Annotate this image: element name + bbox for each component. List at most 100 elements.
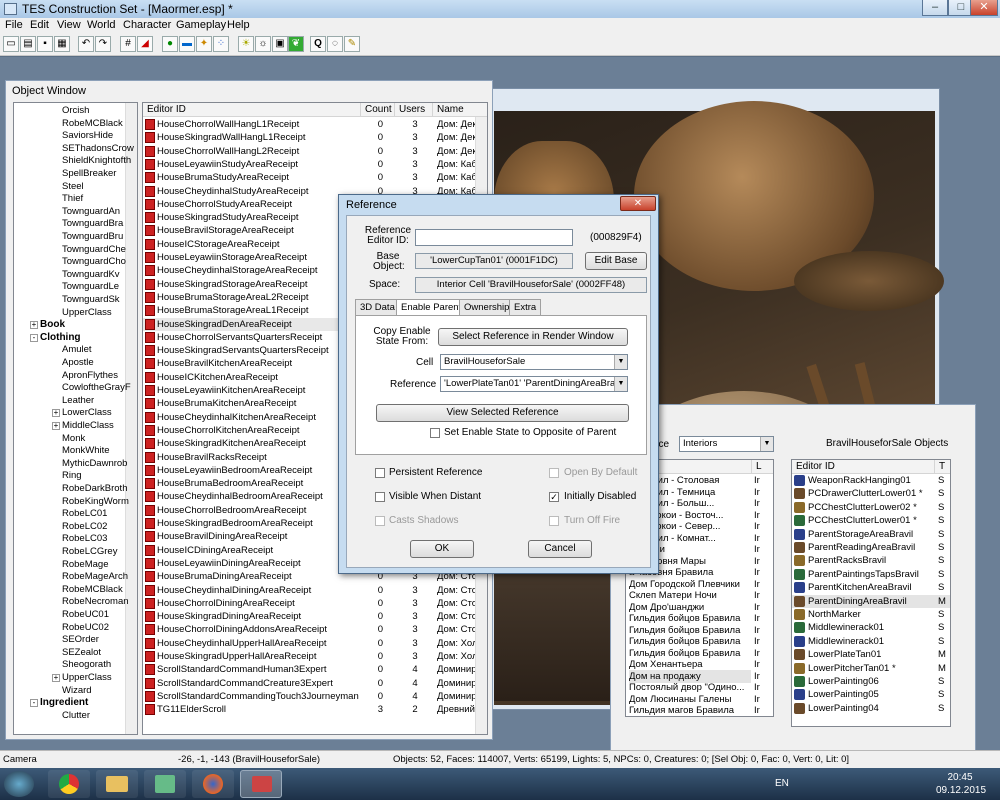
cell-object-row[interactable]: Middlewinerack01 S	[792, 621, 950, 634]
initially-disabled-checkbox[interactable]: ✓	[549, 492, 559, 502]
dialog-close-icon[interactable]: ✕	[620, 196, 656, 211]
table-row[interactable]: HouseChorrolWallHangL1Receipt 0 3 Дом: Дек	[143, 118, 487, 131]
table-row[interactable]: HouseBrumaStudyAreaReceipt 0 3 Дом: Каб	[143, 171, 487, 184]
table-row[interactable]: HouseChorrolWallHangL2Receipt 0 3 Дом: Дек	[143, 145, 487, 158]
edit-base-button[interactable]: Edit Base	[585, 252, 647, 270]
cell-object-row[interactable]: ParentRacksBravil S	[792, 554, 950, 567]
pencil-icon[interactable]: ✎	[344, 36, 360, 52]
tree-item[interactable]: Sheogorath	[62, 659, 137, 670]
tree-item[interactable]: MythicDawnrob	[62, 458, 137, 469]
menu-view[interactable]: View	[57, 19, 81, 31]
tree-item[interactable]: TownguardBru	[62, 231, 137, 242]
cell-object-row[interactable]: PCChestClutterLower02 * S	[792, 501, 950, 514]
table-row[interactable]: HouseSkingradWallHangL1Receipt 0 3 Дом: Дек	[143, 131, 487, 144]
menu-edit[interactable]: Edit	[30, 19, 49, 31]
minimize-button[interactable]: –	[922, 0, 948, 16]
table-row[interactable]: HouseCheydinhalDiningAreaReceipt 0 3 Дом: С…	[143, 584, 487, 597]
menu-help[interactable]: Help	[227, 19, 250, 31]
tree-item[interactable]: Book	[40, 319, 137, 330]
cell-object-row[interactable]: ParentStorageAreaBravil S	[792, 528, 950, 541]
tree-item[interactable]: CowloftheGrayF	[62, 382, 137, 393]
cell-object-row[interactable]: Middlewinerack01 S	[792, 635, 950, 648]
turn-off-fire-checkbox[interactable]	[549, 516, 559, 526]
tree-item[interactable]: Thief	[62, 193, 137, 204]
tree-item[interactable]: ShieldKnightofth	[62, 155, 137, 166]
cell-object-row[interactable]: NorthMarker S	[792, 608, 950, 621]
casts-shadows-checkbox[interactable]	[375, 516, 385, 526]
reference-combo[interactable]: 'LowerPlateTan01' 'ParentDiningAreaBravi…	[440, 376, 628, 392]
tree-item[interactable]: SEOrder	[62, 634, 137, 645]
tree-item[interactable]: MonkWhite	[62, 445, 137, 456]
cell-list-item[interactable]: Гильдия магов Бравила	[629, 704, 751, 716]
cell-object-row[interactable]: LowerPlateTan01 M	[792, 648, 950, 661]
table-row[interactable]: TG11ElderScroll 3 2 Древний	[143, 703, 487, 716]
start-icon[interactable]	[4, 771, 34, 797]
tree-item[interactable]: Ring	[62, 470, 137, 481]
lights-icon[interactable]: ☀	[238, 36, 254, 52]
select-reference-button[interactable]: Select Reference in Render Window	[438, 328, 628, 346]
space-combo[interactable]: Interiors ▼	[679, 436, 774, 452]
tree-item[interactable]: SpellBreaker	[62, 168, 137, 179]
tree-item[interactable]: Steel	[62, 181, 137, 192]
open-by-default-checkbox[interactable]	[549, 468, 559, 478]
table-row[interactable]: HouseChorrolDiningAddonsAreaReceipt 0 3 Дом…	[143, 623, 487, 636]
tree-item[interactable]: TownguardCho	[62, 256, 137, 267]
cell-combo[interactable]: BravilHouseforSale ▼	[440, 354, 628, 370]
cell-object-row[interactable]: PCDrawerClutterLower01 * S	[792, 487, 950, 500]
table-row[interactable]: HouseSkingradUpperHallAreaReceipt 0 3 Дом: …	[143, 650, 487, 663]
object-tree[interactable]: Orcish RobeMCBlack SaviorsHide SEThadonsCro…	[13, 102, 138, 735]
table-row[interactable]: ScrollStandardCommandCreature3Expert 0 4 До…	[143, 677, 487, 690]
view-selected-reference-button[interactable]: View Selected Reference	[376, 404, 629, 422]
tree-item[interactable]: Clutter	[62, 710, 137, 721]
undo-icon[interactable]: ↶	[78, 36, 94, 52]
tree-item[interactable]: LowerClass	[62, 407, 137, 418]
clock-time[interactable]: 20:45	[940, 772, 980, 783]
persistent-reference-checkbox[interactable]	[375, 468, 385, 478]
collapse-icon[interactable]: -	[30, 699, 38, 708]
tree-item[interactable]: RobeMage	[62, 559, 137, 570]
open-icon[interactable]: ▤	[20, 36, 36, 52]
tree-item[interactable]: RobeLCGrey	[62, 546, 137, 557]
cell-object-list[interactable]: Editor ID T WeaponRackHanging01 S PCDrawer…	[791, 459, 951, 727]
tree-item[interactable]: RobeMCBlack	[62, 118, 137, 129]
cell-object-row[interactable]: ParentReadingAreaBravil S	[792, 541, 950, 554]
table-row[interactable]: HouseLeyawiinStudyAreaReceipt 0 3 Дом: Каб	[143, 158, 487, 171]
tree-item[interactable]: Amulet	[62, 344, 137, 355]
tree-item[interactable]: Clothing	[40, 332, 137, 343]
menu-file[interactable]: File	[5, 19, 23, 31]
chrome-icon[interactable]	[48, 770, 90, 798]
tree-item[interactable]: RobeDarkBroth	[62, 483, 137, 494]
tree-item[interactable]: SEThadonsCrow	[62, 143, 137, 154]
cell-object-row[interactable]: ParentDiningAreaBravil M	[792, 594, 950, 608]
tab-extra[interactable]: Extra	[509, 299, 542, 315]
cell-object-row[interactable]: LowerPainting04 S	[792, 702, 950, 715]
table-row[interactable]: ScrollStandardCommandingTouch3Journeyman…	[143, 690, 487, 703]
menu-gameplay[interactable]: Gameplay	[176, 19, 226, 31]
fog-icon[interactable]: ⁘	[213, 36, 229, 52]
tree-item[interactable]: Orcish	[62, 105, 137, 116]
preferences-icon[interactable]: ▦	[54, 36, 70, 52]
tree-item[interactable]: RobeMageArch	[62, 571, 137, 582]
tree-item[interactable]: RobeUC01	[62, 609, 137, 620]
tree-item[interactable]: UpperClass	[62, 672, 137, 683]
tree-item[interactable]: TownguardBra	[62, 218, 137, 229]
explorer-icon[interactable]	[96, 770, 138, 798]
menu-world[interactable]: World	[87, 19, 116, 31]
clock-date[interactable]: 09.12.2015	[933, 785, 989, 796]
table-row[interactable]: HouseChorrolDiningAreaReceipt 0 3 Дом: Стол	[143, 597, 487, 610]
opposite-parent-checkbox[interactable]	[430, 428, 440, 438]
save-icon[interactable]: ▪	[37, 36, 53, 52]
col-name[interactable]: Name	[433, 103, 487, 117]
cell-object-row[interactable]: LowerPitcherTan01 * M	[792, 662, 950, 675]
tree-item[interactable]: ApronFlythes	[62, 370, 137, 381]
cell-object-row[interactable]: LowerPainting05 S	[792, 688, 950, 701]
expand-icon[interactable]: +	[52, 674, 60, 682]
tab-3d-data[interactable]: 3D Data	[355, 299, 400, 315]
cell-object-row[interactable]: LowerPainting06 S	[792, 675, 950, 688]
tree-item[interactable]: Ingredient	[40, 697, 137, 708]
expand-icon[interactable]: +	[30, 321, 38, 330]
landscape-icon[interactable]: ●	[162, 36, 178, 52]
tree-item[interactable]: SaviorsHide	[62, 130, 137, 141]
new-icon[interactable]: ▭	[3, 36, 19, 52]
tree-item[interactable]: Wizard	[62, 685, 137, 696]
